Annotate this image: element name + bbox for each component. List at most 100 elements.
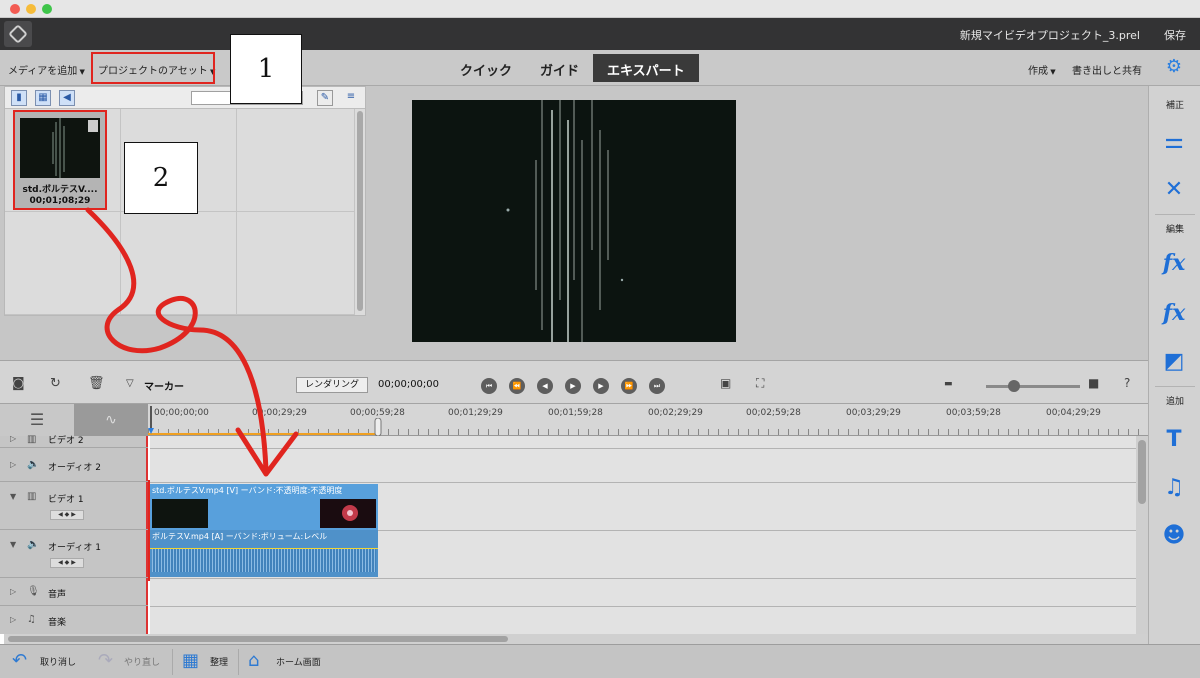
ruler-label: 00;00;29;29: [252, 408, 307, 418]
annotation-box-1: [91, 52, 215, 84]
asset-duration: 00;01;08;29: [29, 196, 91, 206]
rotate-icon[interactable]: ↻: [50, 376, 61, 391]
video-clip[interactable]: std.ボルテスV.mp4 [V] ーバンド:不透明度:不透明度: [150, 484, 378, 530]
undo-icon[interactable]: ↶: [12, 650, 27, 671]
title-icon[interactable]: T: [1159, 424, 1189, 454]
ruler-label: 00;01;59;28: [548, 408, 603, 418]
zoom-window-button[interactable]: [42, 4, 52, 14]
track-label: 音声: [48, 590, 67, 600]
window-title-bar: [0, 0, 1200, 18]
audio-clip-label: ボルテスV.mp4 [A] ーバンド:ボリューム:レベル: [152, 532, 328, 541]
play-icon[interactable]: ▶: [565, 378, 581, 394]
track-video2[interactable]: ▷ ▥ ビデオ 2: [0, 434, 148, 448]
fx-edit-icon[interactable]: fx: [1159, 248, 1189, 278]
trash-icon[interactable]: 🗑: [88, 376, 105, 391]
speaker-icon: 🔈: [27, 459, 40, 470]
track-audio1[interactable]: ▼ 🔈 オーディオ 1 ◀ ◆ ▶: [0, 530, 148, 578]
create-menu[interactable]: 作成: [1028, 62, 1056, 77]
audio-mixer-view-icon[interactable]: ∿: [74, 404, 148, 436]
tab-guided[interactable]: ガイド: [526, 54, 593, 82]
add-media-menu[interactable]: メディアを追加: [8, 62, 85, 77]
home-button[interactable]: ホーム画面: [276, 655, 321, 668]
section-adjust-label: 補正: [1165, 101, 1184, 111]
timeline-vscroll[interactable]: [1136, 436, 1148, 634]
current-timecode: 00;00;00;00: [378, 379, 440, 390]
music-note-icon: ♫: [27, 614, 36, 625]
work-area-end-handle[interactable]: [374, 418, 382, 436]
track-label: ビデオ 1: [48, 495, 84, 505]
track-label: オーディオ 2: [48, 463, 101, 473]
help-icon[interactable]: ?: [1124, 376, 1130, 390]
track-label: ビデオ 2: [48, 436, 84, 446]
transition-icon[interactable]: ◩: [1159, 346, 1189, 376]
track-label: 音楽: [48, 618, 67, 628]
audio-filter-icon[interactable]: ◀: [59, 90, 75, 106]
playhead-icon[interactable]: [148, 406, 154, 434]
undo-button[interactable]: 取り消し: [40, 655, 76, 668]
gear-icon[interactable]: ⚙: [1166, 58, 1182, 76]
timeline-toolbar: ◙ ↻ 🗑 ▽ マーカー レンダリング 00;00;00;00 ⏮ ⏪ ◀ ▶ …: [0, 360, 1148, 404]
track-narration[interactable]: ▷ 🎙 音声: [0, 578, 148, 606]
redo-icon[interactable]: ↷: [98, 650, 113, 671]
ruler-label: 00;03;29;29: [846, 408, 901, 418]
work-area-bar[interactable]: [148, 433, 378, 435]
fullscreen-icon[interactable]: ⛶: [756, 376, 764, 391]
camera-icon[interactable]: ◙: [12, 376, 25, 391]
asset-name: std.ボルテスV....: [22, 185, 98, 195]
export-share-button[interactable]: 書き出しと共有: [1072, 62, 1142, 77]
tools-icon[interactable]: ✕: [1159, 174, 1189, 204]
assets-scrollbar[interactable]: [357, 111, 363, 311]
tab-expert[interactable]: エキスパート: [593, 54, 699, 82]
close-window-button[interactable]: [10, 4, 20, 14]
minimize-window-button[interactable]: [26, 4, 36, 14]
zoom-in-icon[interactable]: ■: [1088, 376, 1099, 390]
ruler-label: 00;00;59;28: [350, 408, 405, 418]
marker-icon: ▽: [126, 378, 134, 389]
zoom-slider-knob[interactable]: [1008, 380, 1020, 392]
timeline-view-icon[interactable]: ☰: [0, 404, 74, 436]
app-header: 新規マイビデオプロジェクト_3.prel 保存: [0, 18, 1200, 50]
zoom-out-icon[interactable]: ▬: [944, 379, 953, 389]
timeline-hscroll[interactable]: [4, 634, 1148, 644]
app-logo-icon: [4, 21, 32, 47]
audio-clip[interactable]: ボルテスV.mp4 [A] ーバンド:ボリューム:レベル: [150, 530, 378, 577]
goto-end-icon[interactable]: ⏭: [649, 378, 665, 394]
track-video1[interactable]: ▼ ▥ ビデオ 1 ◀ ◆ ▶: [0, 482, 148, 530]
save-button[interactable]: 保存: [1164, 27, 1186, 43]
ruler-label: 00;03;59;28: [946, 408, 1001, 418]
goto-start-icon[interactable]: ⏮: [481, 378, 497, 394]
music-icon[interactable]: ♫: [1159, 472, 1189, 502]
track-audio2[interactable]: ▷ 🔈 オーディオ 2: [0, 448, 148, 482]
timeline-ruler[interactable]: 00;00;00;00 00;00;29;29 00;00;59;28 00;0…: [148, 404, 1148, 436]
organize-icon[interactable]: ▦: [182, 650, 199, 671]
adjust-sliders-icon[interactable]: ⚌: [1159, 126, 1189, 156]
ruler-label: 00;04;29;29: [1046, 408, 1101, 418]
fast-forward-icon[interactable]: ⏩: [621, 378, 637, 394]
zoom-slider[interactable]: [986, 385, 1080, 388]
step-back-icon[interactable]: ◀: [537, 378, 553, 394]
video-clip-label: std.ボルテスV.mp4 [V] ーバンド:不透明度:不透明度: [152, 486, 343, 495]
volume-line[interactable]: [150, 548, 378, 549]
video-filter-icon[interactable]: ▮: [11, 90, 27, 106]
asset-item-video[interactable]: std.ボルテスV.... 00;01;08;29: [13, 110, 107, 210]
monitor-settings-icon[interactable]: ▣: [720, 376, 731, 390]
organize-button[interactable]: 整理: [210, 655, 228, 668]
graphics-icon[interactable]: ☻: [1159, 520, 1189, 550]
section-add-label: 追加: [1165, 397, 1184, 407]
redo-button[interactable]: やり直し: [124, 655, 160, 668]
fx-effects-icon[interactable]: fx: [1159, 298, 1189, 328]
step-forward-icon[interactable]: ▶: [593, 378, 609, 394]
rewind-icon[interactable]: ⏪: [509, 378, 525, 394]
panel-menu-icon[interactable]: ≡: [343, 90, 359, 106]
image-filter-icon[interactable]: ▦: [35, 90, 51, 106]
film-icon: ▥: [27, 491, 37, 502]
keyframe-nav[interactable]: ◀ ◆ ▶: [50, 510, 84, 520]
render-button[interactable]: レンダリング: [296, 377, 369, 393]
marker-menu[interactable]: マーカー: [144, 378, 184, 393]
pin-icon[interactable]: ✎: [317, 90, 333, 106]
track-music[interactable]: ▷ ♫ 音楽: [0, 606, 148, 634]
tab-quick[interactable]: クイック: [446, 54, 526, 82]
asset-thumbnail: [20, 118, 100, 178]
keyframe-nav[interactable]: ◀ ◆ ▶: [50, 558, 84, 568]
home-icon[interactable]: ⌂: [248, 650, 259, 671]
